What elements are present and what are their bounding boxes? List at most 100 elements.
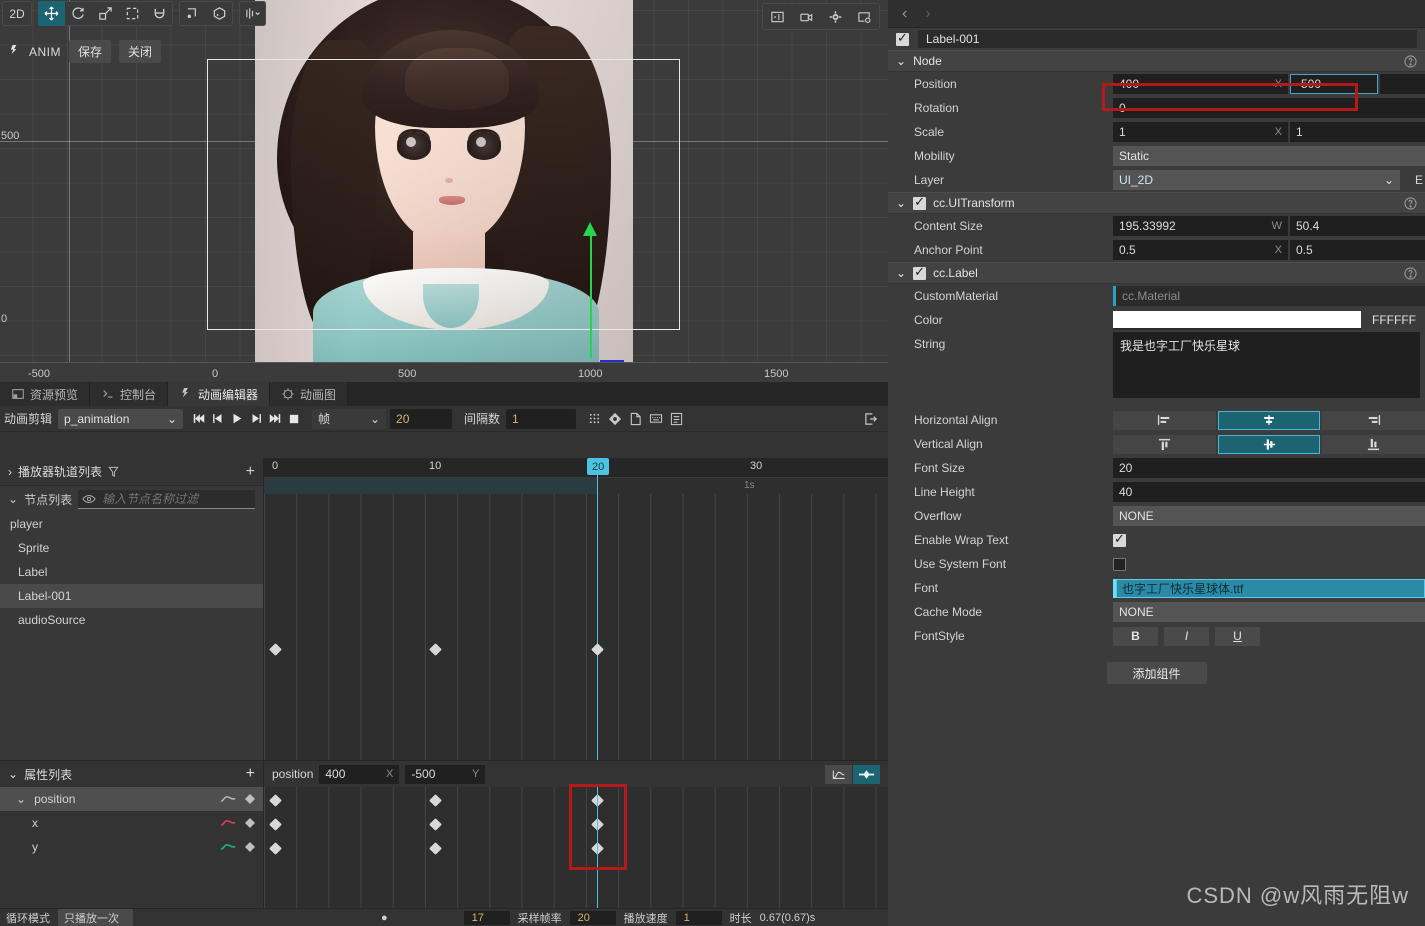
keyframe-icon[interactable] (608, 412, 622, 426)
content-size-width-input[interactable]: 195.33992 W (1113, 216, 1288, 236)
loop-mode-select[interactable]: 只播放一次 (58, 909, 133, 926)
h-align-segmented[interactable] (1113, 410, 1425, 430)
move-tool-icon[interactable] (38, 1, 65, 26)
node-item-sprite[interactable]: Sprite (0, 536, 263, 560)
viewport-toolbar-right[interactable] (762, 3, 880, 30)
row-overflow[interactable]: Overflow NONE (888, 504, 1425, 528)
anim-close-button[interactable]: 关闭 (119, 40, 162, 63)
row-content-size[interactable]: Content Size 195.33992 W 50.4 (888, 214, 1425, 238)
color-hex-value[interactable]: FFFFFF (1363, 310, 1425, 330)
align-middle-icon[interactable] (1217, 434, 1321, 454)
custom-material-slot[interactable]: cc.Material (1113, 286, 1425, 306)
layer-edit-button[interactable]: E (1415, 173, 1423, 187)
node-item-label[interactable]: Label (0, 560, 263, 584)
overflow-select[interactable]: NONE (1113, 506, 1425, 526)
playhead-frame-badge[interactable]: 20 (587, 458, 610, 475)
property-row-controls[interactable] (220, 842, 255, 852)
node-enabled-checkbox[interactable] (896, 30, 909, 46)
camera-icon[interactable] (793, 4, 820, 29)
viewport-toolbar[interactable]: 2D (0, 0, 274, 27)
row-use-system-font[interactable]: Use System Font (888, 552, 1425, 576)
panel-tabs[interactable]: 资源预览 控制台 动画编辑器 动画图 (0, 382, 888, 406)
row-font-style[interactable]: FontStyle B I U (888, 624, 1425, 648)
system-font-checkbox[interactable] (1113, 557, 1126, 571)
anim-mode-bar[interactable]: ANIM 保存 关闭 (8, 40, 162, 63)
play-icon[interactable] (229, 411, 245, 427)
row-rotation[interactable]: Rotation 0 (888, 96, 1425, 120)
row-vertical-align[interactable]: Vertical Align (888, 432, 1425, 456)
position-x-input[interactable]: 400 X (1113, 74, 1288, 94)
coord-tool-icon[interactable] (206, 1, 233, 26)
tab-assets-preview[interactable]: 资源预览 (0, 382, 91, 406)
property-row-y[interactable]: y (0, 835, 263, 859)
add-track-button[interactable]: + (246, 463, 255, 481)
row-custom-material[interactable]: CustomMaterial cc.Material (888, 284, 1425, 308)
property-y-input[interactable]: -500 Y (405, 764, 486, 784)
interval-input[interactable]: 1 (506, 408, 577, 429)
section-header-label[interactable]: ⌄ cc.Label (888, 262, 1425, 284)
align-center-icon[interactable] (1217, 410, 1321, 430)
playback-status-bar[interactable]: 循环模式 只播放一次 ● 17 采样帧率 20 播放速度 1 时长 0.67(0… (0, 908, 888, 926)
keyframe-marker[interactable] (269, 842, 282, 855)
node-filter-wrap[interactable] (78, 489, 255, 509)
add-property-button[interactable]: + (246, 765, 255, 783)
skip-start-icon[interactable] (191, 411, 207, 427)
eye-icon[interactable] (82, 494, 96, 504)
property-row-controls[interactable] (220, 818, 255, 828)
keyframe-marker[interactable] (269, 818, 282, 831)
layout-tool-icon[interactable] (239, 1, 266, 26)
content-size-height-input[interactable]: 50.4 (1290, 216, 1425, 236)
font-asset-slot[interactable]: 也字工厂快乐星球体.ttf (1113, 578, 1425, 598)
row-anchor-point[interactable]: Anchor Point 0.5 X 0.5 (888, 238, 1425, 262)
pivot-tool-icon[interactable] (179, 1, 206, 26)
row-line-height[interactable]: Line Height 40 (888, 480, 1425, 504)
grid-dots-icon[interactable] (588, 412, 601, 425)
curve-icon-y[interactable] (220, 842, 236, 852)
row-string[interactable]: String 我是也字工厂快乐星球 (888, 332, 1425, 408)
stop-icon[interactable] (286, 411, 302, 427)
step-forward-icon[interactable] (248, 411, 264, 427)
row-cache-mode[interactable]: Cache Mode NONE (888, 600, 1425, 624)
inspector-node-header[interactable]: Label-001 (888, 28, 1425, 50)
step-back-icon[interactable] (210, 411, 226, 427)
transport-controls[interactable] (191, 411, 302, 427)
row-font[interactable]: Font 也字工厂快乐星球体.ttf (888, 576, 1425, 600)
magnet-tool-icon[interactable] (146, 1, 173, 26)
node-item-audiosource[interactable]: audioSource (0, 608, 263, 632)
anchor-y-input[interactable]: 0.5 (1290, 240, 1425, 260)
sample-rate-input[interactable]: 20 (569, 910, 616, 925)
tab-animation-graph[interactable]: 动画图 (270, 382, 349, 406)
anim-save-button[interactable]: 保存 (69, 40, 112, 63)
align-left-icon[interactable] (1113, 410, 1216, 430)
property-row-controls[interactable] (220, 794, 255, 804)
scale-tool-icon[interactable] (92, 1, 119, 26)
align-right-icon[interactable] (1322, 410, 1425, 430)
help-icon[interactable] (1404, 54, 1417, 68)
row-layer[interactable]: Layer UI_2D ⌄ E (888, 168, 1425, 192)
keyframe-marker[interactable] (429, 794, 442, 807)
color-swatch[interactable] (1113, 310, 1361, 330)
cache-mode-select[interactable]: NONE (1113, 602, 1425, 622)
position-y-input[interactable]: -500 (1290, 74, 1378, 94)
chevron-down-icon[interactable]: ⌄ (896, 54, 906, 68)
row-enable-wrap-text[interactable]: Enable Wrap Text (888, 528, 1425, 552)
tab-console[interactable]: 控制台 (90, 382, 169, 406)
property-keyframe-grid[interactable] (264, 784, 888, 908)
anchor-x-input[interactable]: 0.5 X (1113, 240, 1288, 260)
player-track-header[interactable]: › 播放器轨道列表 + (0, 458, 263, 486)
gear-icon[interactable] (822, 4, 849, 29)
align-bottom-icon[interactable] (1322, 434, 1425, 454)
frame-unit-select[interactable]: 帧 ⌄ (312, 408, 387, 429)
chevron-down-icon[interactable]: ⌄ (896, 196, 906, 210)
bold-button[interactable]: B (1113, 626, 1158, 646)
keyframe-marker[interactable] (429, 818, 442, 831)
row-mobility[interactable]: Mobility Static (888, 144, 1425, 168)
play-rate-input[interactable]: 1 (675, 910, 722, 925)
help-icon[interactable] (1404, 196, 1417, 210)
forward-arrow-icon[interactable]: › (925, 5, 930, 23)
timeline-ruler[interactable]: 0 10 30 20 (264, 458, 888, 478)
node-item-label-001[interactable]: Label-001 (0, 584, 263, 608)
section-header-uitransform[interactable]: ⌄ cc.UITransform (888, 192, 1425, 214)
curve-editor-icon[interactable] (825, 764, 852, 784)
property-value-bar[interactable]: position 400 X -500 Y (264, 761, 888, 787)
